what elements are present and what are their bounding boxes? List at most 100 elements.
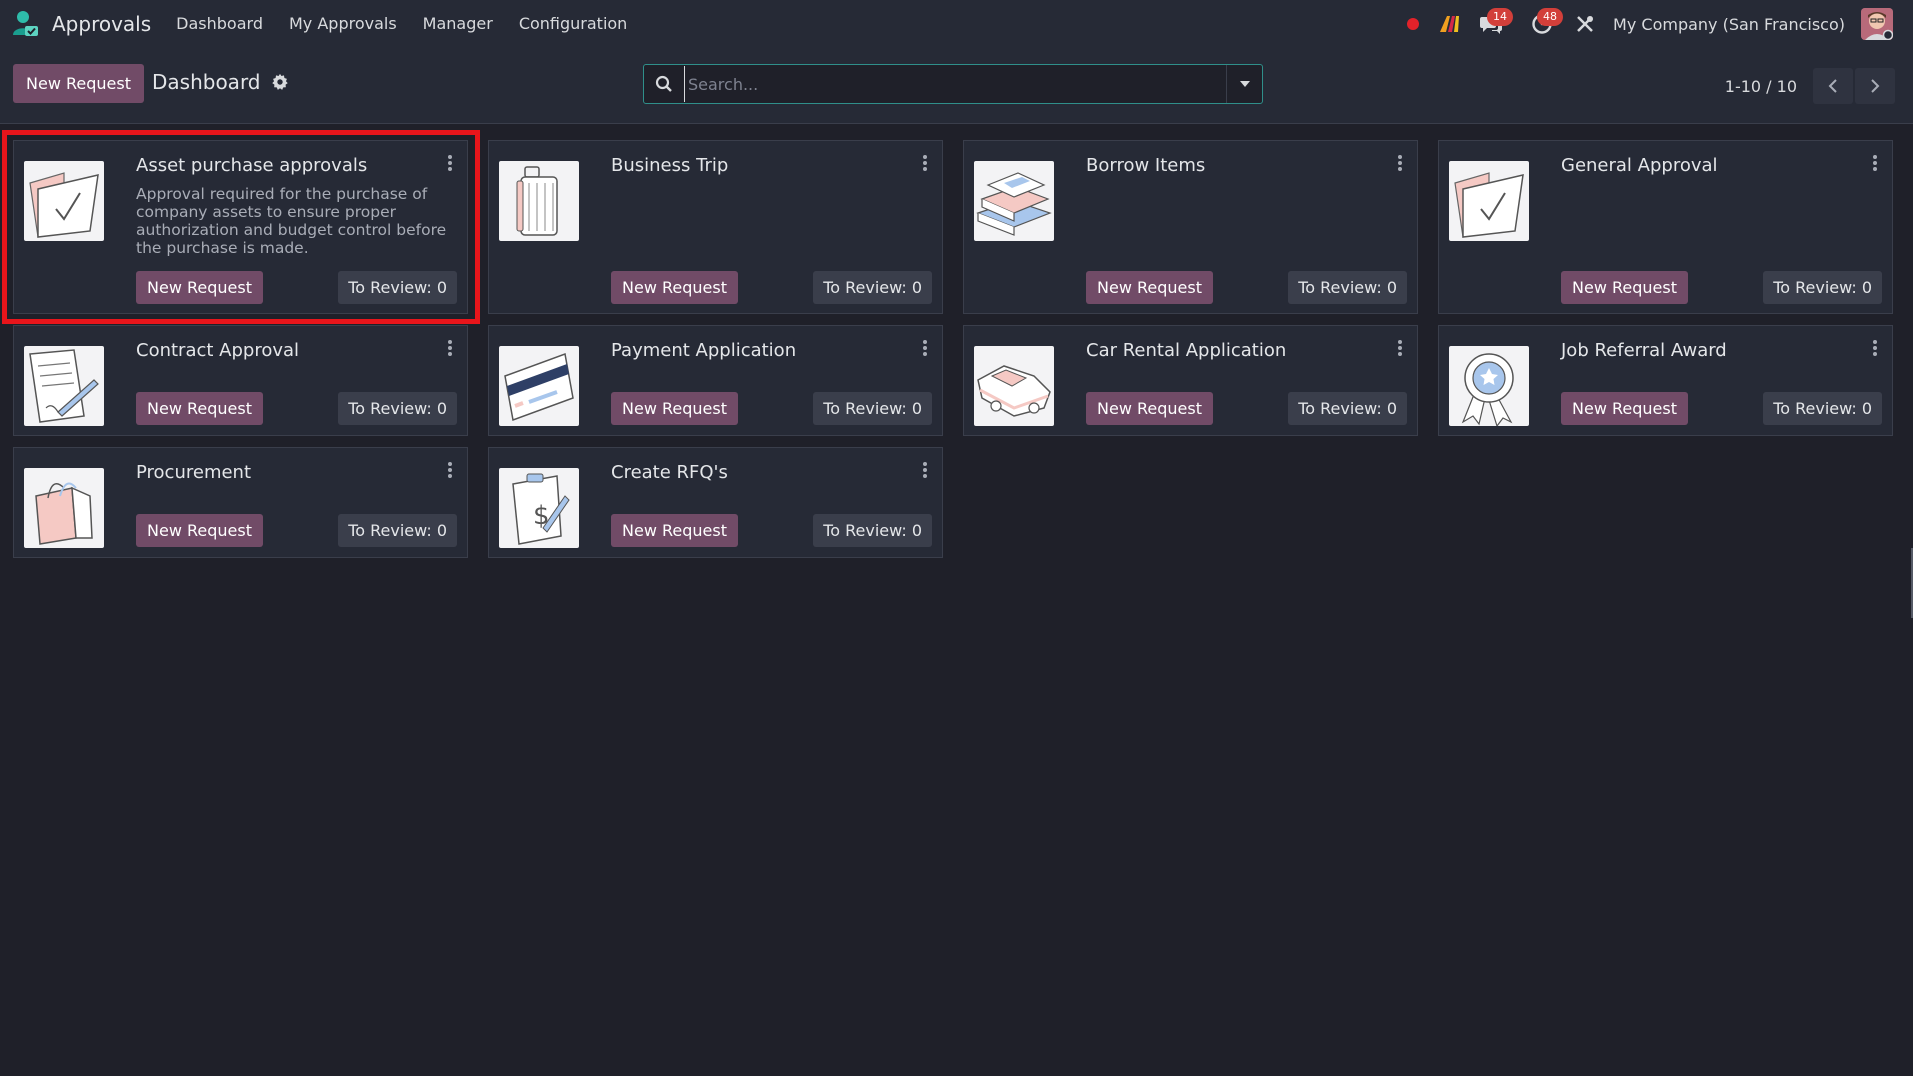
menu-dashboard[interactable]: Dashboard	[163, 0, 276, 48]
card-description: Approval required for the purchase of co…	[136, 185, 447, 257]
app-name: Approvals	[52, 12, 152, 36]
caret-down-icon	[1239, 81, 1250, 87]
card-title: Borrow Items	[1086, 155, 1206, 176]
menu-configuration[interactable]: Configuration	[506, 0, 641, 48]
activities-button[interactable]: 48	[1517, 0, 1567, 48]
pager-value[interactable]: 1-10 / 10	[1725, 77, 1797, 96]
card-new-request-button[interactable]: New Request	[611, 271, 738, 304]
approval-card-asset-purchase[interactable]: Asset purchase approvals Approval requir…	[13, 140, 468, 314]
card-to-review-button[interactable]: To Review: 0	[1763, 271, 1882, 304]
recording-indicator[interactable]	[1395, 0, 1431, 48]
breadcrumb: Dashboard	[152, 70, 289, 94]
luggage-icon	[499, 161, 579, 241]
user-avatar-icon	[1861, 8, 1893, 40]
vertical-dots-icon[interactable]	[920, 153, 930, 173]
pager-next-button[interactable]	[1855, 68, 1895, 104]
approval-card-job-referral[interactable]: Job Referral Award New Request To Review…	[1438, 325, 1893, 436]
card-new-request-button[interactable]: New Request	[136, 392, 263, 425]
card-new-request-button[interactable]: New Request	[136, 271, 263, 304]
pager-previous-button[interactable]	[1813, 68, 1853, 104]
approval-card-procurement[interactable]: Procurement New Request To Review: 0	[13, 447, 468, 558]
card-to-review-button[interactable]: To Review: 0	[338, 392, 457, 425]
pager: 1-10 / 10	[1725, 68, 1895, 104]
top-navbar: Approvals Dashboard My Approvals Manager…	[0, 0, 1913, 48]
card-to-review-button[interactable]: To Review: 0	[813, 514, 932, 547]
activities-badge: 48	[1537, 8, 1564, 26]
search-icon	[644, 65, 684, 103]
credit-card-icon	[499, 346, 579, 426]
card-title: Business Trip	[611, 155, 729, 176]
card-to-review-button[interactable]: To Review: 0	[338, 514, 457, 547]
card-new-request-button[interactable]: New Request	[611, 514, 738, 547]
main-menu: Dashboard My Approvals Manager Configura…	[163, 0, 640, 48]
contract-pen-icon	[24, 346, 104, 426]
page-title: Dashboard	[152, 70, 261, 94]
vertical-dots-icon[interactable]	[920, 338, 930, 358]
card-title: General Approval	[1561, 155, 1718, 176]
card-new-request-button[interactable]: New Request	[1561, 271, 1688, 304]
new-request-button[interactable]: New Request	[13, 64, 144, 103]
ai-logo-icon	[1440, 16, 1460, 32]
card-new-request-button[interactable]: New Request	[136, 514, 263, 547]
chevron-right-icon	[1871, 79, 1880, 93]
approval-card-payment-application[interactable]: Payment Application New Request To Revie…	[488, 325, 943, 436]
card-title: Contract Approval	[136, 340, 300, 361]
tools-icon	[1577, 16, 1594, 32]
vertical-dots-icon[interactable]	[1395, 338, 1405, 358]
folder-check-icon	[24, 161, 104, 241]
card-to-review-button[interactable]: To Review: 0	[1288, 271, 1407, 304]
books-icon	[974, 161, 1054, 241]
debug-tools-button[interactable]	[1567, 0, 1603, 48]
vertical-dots-icon[interactable]	[920, 460, 930, 480]
car-icon	[974, 346, 1054, 426]
messages-button[interactable]: 14	[1467, 0, 1517, 48]
card-title: Create RFQ's	[611, 462, 728, 483]
card-title: Payment Application	[611, 340, 797, 361]
card-new-request-button[interactable]: New Request	[1086, 392, 1213, 425]
approval-card-contract-approval[interactable]: Contract Approval New Request To Review:…	[13, 325, 468, 436]
ai-assistant-button[interactable]	[1431, 0, 1467, 48]
card-to-review-button[interactable]: To Review: 0	[1763, 392, 1882, 425]
messages-badge: 14	[1487, 8, 1514, 26]
vertical-dots-icon[interactable]	[445, 153, 455, 173]
card-to-review-button[interactable]: To Review: 0	[1288, 392, 1407, 425]
folder-check-icon	[1449, 161, 1529, 241]
card-to-review-button[interactable]: To Review: 0	[813, 271, 932, 304]
card-title: Asset purchase approvals	[136, 155, 368, 176]
vertical-dots-icon[interactable]	[1870, 153, 1880, 173]
approval-card-car-rental[interactable]: Car Rental Application New Request To Re…	[963, 325, 1418, 436]
card-to-review-button[interactable]: To Review: 0	[813, 392, 932, 425]
card-title: Car Rental Application	[1086, 340, 1287, 361]
control-panel: New Request Dashboard 1-10 / 10	[0, 48, 1913, 124]
vertical-dots-icon[interactable]	[445, 460, 455, 480]
user-avatar[interactable]	[1861, 8, 1893, 40]
card-new-request-button[interactable]: New Request	[1086, 271, 1213, 304]
gear-icon[interactable]	[271, 73, 289, 91]
award-ribbon-icon	[1449, 346, 1529, 426]
vertical-dots-icon[interactable]	[445, 338, 455, 358]
search-input[interactable]	[684, 66, 1226, 102]
approvals-app-icon	[13, 11, 38, 36]
card-new-request-button[interactable]: New Request	[1561, 392, 1688, 425]
approval-card-borrow-items[interactable]: Borrow Items New Request To Review: 0	[963, 140, 1418, 314]
card-title: Job Referral Award	[1561, 340, 1727, 361]
systray: 14 48 My Company (San Francisco)	[1395, 0, 1913, 48]
menu-manager[interactable]: Manager	[410, 0, 506, 48]
shopping-bag-icon	[24, 468, 104, 548]
card-new-request-button[interactable]: New Request	[611, 392, 738, 425]
search-options-toggle[interactable]	[1226, 65, 1262, 103]
menu-my-approvals[interactable]: My Approvals	[276, 0, 410, 48]
company-switcher[interactable]: My Company (San Francisco)	[1613, 15, 1845, 34]
vertical-dots-icon[interactable]	[1870, 338, 1880, 358]
chevron-left-icon	[1828, 79, 1837, 93]
app-brand[interactable]: Approvals	[10, 9, 151, 39]
approval-card-create-rfqs[interactable]: $ Create RFQ's New Request To Review: 0	[488, 447, 943, 558]
record-dot-icon	[1407, 18, 1420, 30]
invoice-dollar-icon: $	[499, 468, 579, 548]
card-to-review-button[interactable]: To Review: 0	[338, 271, 457, 304]
approval-card-general-approval[interactable]: General Approval New Request To Review: …	[1438, 140, 1893, 314]
vertical-dots-icon[interactable]	[1395, 153, 1405, 173]
approval-card-business-trip[interactable]: Business Trip New Request To Review: 0	[488, 140, 943, 314]
card-title: Procurement	[136, 462, 252, 483]
search-bar	[643, 64, 1263, 104]
